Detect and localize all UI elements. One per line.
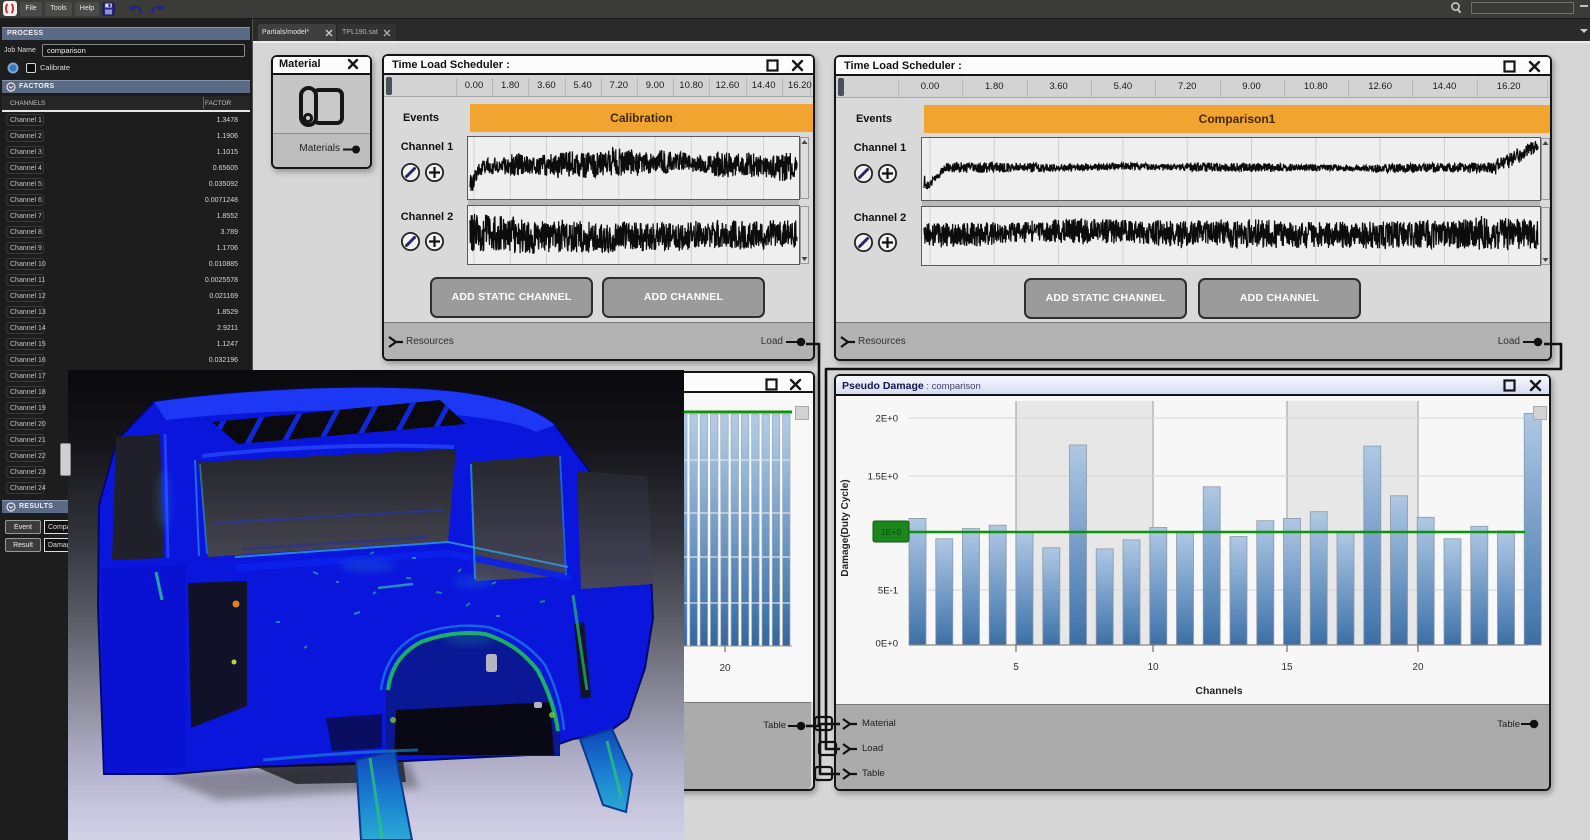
svg-text:2E+0: 2E+0 (876, 414, 898, 425)
svg-text:20: 20 (1412, 662, 1424, 673)
svg-text:Damage(Duty Cycle): Damage(Duty Cycle) (840, 479, 851, 576)
svg-text:10: 10 (1147, 662, 1159, 673)
svg-text:1E+0: 1E+0 (881, 527, 901, 537)
svg-text:5E-1: 5E-1 (878, 586, 898, 597)
svg-text:15: 15 (1281, 662, 1293, 673)
svg-text:Channels: Channels (1195, 685, 1242, 697)
svg-text:20: 20 (719, 663, 731, 674)
svg-text:5: 5 (1013, 662, 1019, 673)
svg-text:0E+0: 0E+0 (876, 639, 898, 650)
svg-text:1.5E+0: 1.5E+0 (868, 472, 898, 483)
